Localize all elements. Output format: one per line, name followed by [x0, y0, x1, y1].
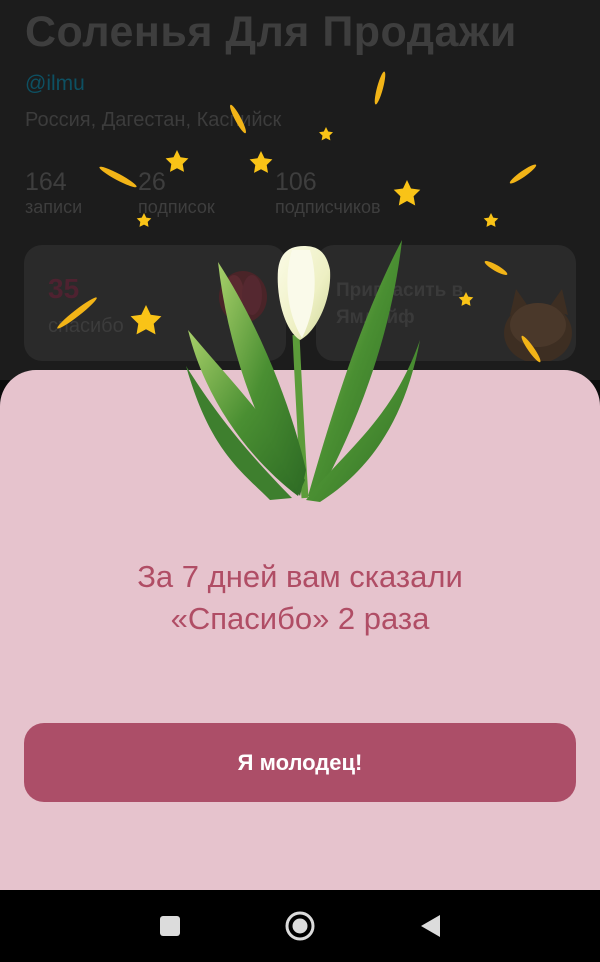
circle-icon — [285, 911, 315, 941]
stat-posts-count: 164 — [25, 168, 67, 196]
stat-following-label: подписок — [138, 197, 215, 217]
message-line-2: «Спасибо» 2 раза — [170, 601, 430, 636]
triangle-back-icon — [421, 915, 440, 937]
invite-card: Пригласить в Ямлайф — [316, 245, 576, 361]
stat-followers-count: 106 — [275, 168, 317, 196]
back-button[interactable] — [410, 906, 450, 946]
profile-background: Соленья Для Продажи @ilmu Россия, Дагест… — [0, 0, 600, 380]
stat-following: 26 подписок — [138, 168, 215, 218]
stat-followers-label: подписчиков — [275, 197, 381, 217]
square-icon — [160, 916, 180, 936]
thanks-summary-message: За 7 дней вам сказали «Спасибо» 2 раза — [30, 556, 570, 640]
message-line-1: За 7 дней вам сказали — [137, 559, 463, 594]
system-nav-bar — [0, 890, 600, 962]
thanks-count: 35 — [48, 273, 80, 304]
stat-following-count: 26 — [138, 168, 166, 196]
thanks-card: 35 спасибо — [24, 245, 286, 361]
invite-label: Пригласить в Ямлайф — [336, 280, 464, 328]
profile-name: Соленья Для Продажи — [25, 8, 517, 56]
flower-icon — [219, 271, 267, 349]
stat-posts: 164 записи — [25, 168, 82, 218]
stat-followers: 106 подписчиков — [275, 168, 381, 218]
cat-icon — [504, 289, 572, 361]
profile-handle: @ilmu — [25, 72, 85, 95]
confirm-button[interactable]: Я молодец! — [24, 723, 576, 802]
stat-posts-label: записи — [25, 197, 83, 217]
recent-apps-button[interactable] — [150, 906, 190, 946]
profile-location: Россия, Дагестан, Каспийск — [25, 109, 282, 131]
thanks-label: спасибо — [48, 315, 124, 337]
home-button[interactable] — [280, 906, 320, 946]
thanks-summary-sheet: За 7 дней вам сказали «Спасибо» 2 раза Я… — [0, 370, 600, 890]
